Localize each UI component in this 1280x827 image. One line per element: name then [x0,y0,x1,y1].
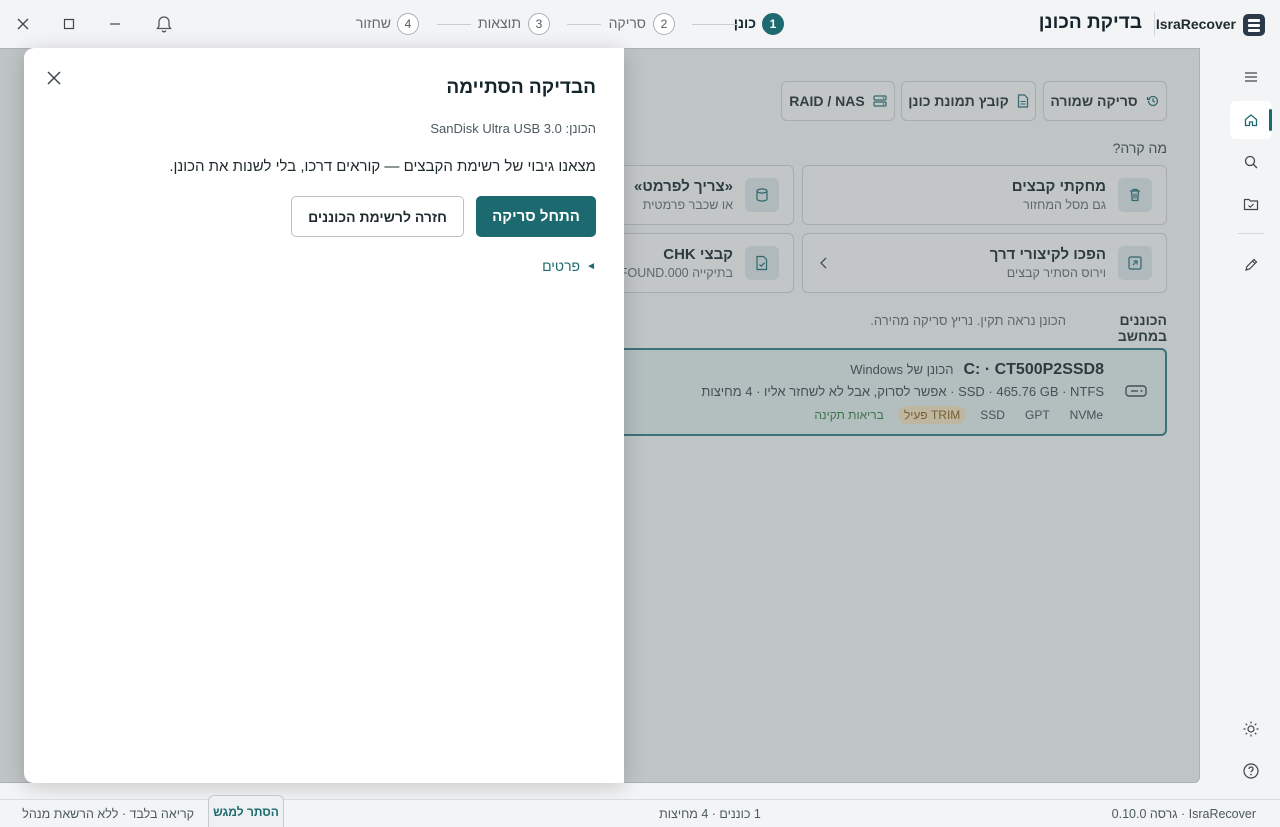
step-connector [692,24,738,25]
step-4-number[interactable]: 4 [397,13,419,35]
maximize-button[interactable] [55,10,83,38]
step-1-number[interactable]: 1 [762,13,784,35]
step-connector [437,24,471,25]
close-icon [47,71,61,85]
theme-toggle[interactable] [1230,710,1272,748]
triangle-left-icon: ◄ [586,260,596,272]
status-summary: 1 כוננים · 4 מחיצות [659,807,761,821]
minimize-button[interactable] [101,10,129,38]
hamburger-icon [1245,72,1257,82]
close-dialog-button[interactable] [40,64,68,92]
title-separator [1154,12,1155,36]
step-2-label[interactable]: סריקה [595,15,646,31]
bell-icon[interactable] [150,10,178,38]
hide-to-tray-button[interactable]: הסתר למגש [208,795,284,827]
help-icon [1243,763,1259,779]
back-to-drives-button[interactable]: חזרה לרשימת הכוננים [291,196,464,237]
dialog-title: הבדיקה הסתיימה [446,77,596,98]
step-3-number[interactable]: 3 [528,13,550,35]
nav-tools[interactable] [1230,246,1272,284]
rail-divider [1238,233,1264,234]
step-4-label[interactable]: שחזור [340,15,391,31]
app-logo-icon [1243,14,1265,36]
status-bar: IsraRecover · גרסה 0.10.0 1 כוננים · 4 מ… [0,799,1280,827]
details-toggle[interactable]: ◄ פרטים [542,258,596,274]
scan-ready-dialog: הבדיקה הסתיימה הכונן: SanDisk Ultra USB … [24,48,624,783]
active-indicator [1269,109,1272,131]
dialog-message: מצאנו גיבוי של רשימת הקבצים — קוראים דרכ… [169,158,596,175]
help-button[interactable] [1230,752,1272,790]
menu-button[interactable] [1230,58,1272,96]
step-connector [567,24,601,25]
search-icon [1244,155,1258,169]
nav-rail [1230,48,1280,798]
start-scan-button[interactable]: התחל סריקה [476,196,596,237]
pen-icon [1245,258,1258,271]
nav-recovered-files[interactable] [1230,185,1272,223]
home-icon [1244,114,1258,127]
nav-home[interactable] [1230,101,1272,139]
step-1-label[interactable]: כונן [700,15,756,31]
details-label: פרטים [542,258,581,274]
sun-icon [1243,721,1259,737]
status-mode: קריאה בלבד · ללא הרשאת מנהל [22,807,194,821]
folder-check-icon [1243,198,1259,211]
nav-search[interactable] [1230,143,1272,181]
dialog-device: הכונן: SanDisk Ultra USB 3.0 [430,121,596,136]
status-version: IsraRecover · גרסה 0.10.0 [1111,807,1256,821]
title-bar: IsraRecover בדיקת הכונן 1 כונן 2 סריקה 3… [0,0,1280,48]
app-name: IsraRecover [1155,16,1236,32]
step-2-number[interactable]: 2 [653,13,675,35]
close-window-button[interactable] [9,10,37,38]
page-title: בדיקת הכונן [1038,12,1142,33]
step-3-label[interactable]: תוצאות [470,15,521,31]
